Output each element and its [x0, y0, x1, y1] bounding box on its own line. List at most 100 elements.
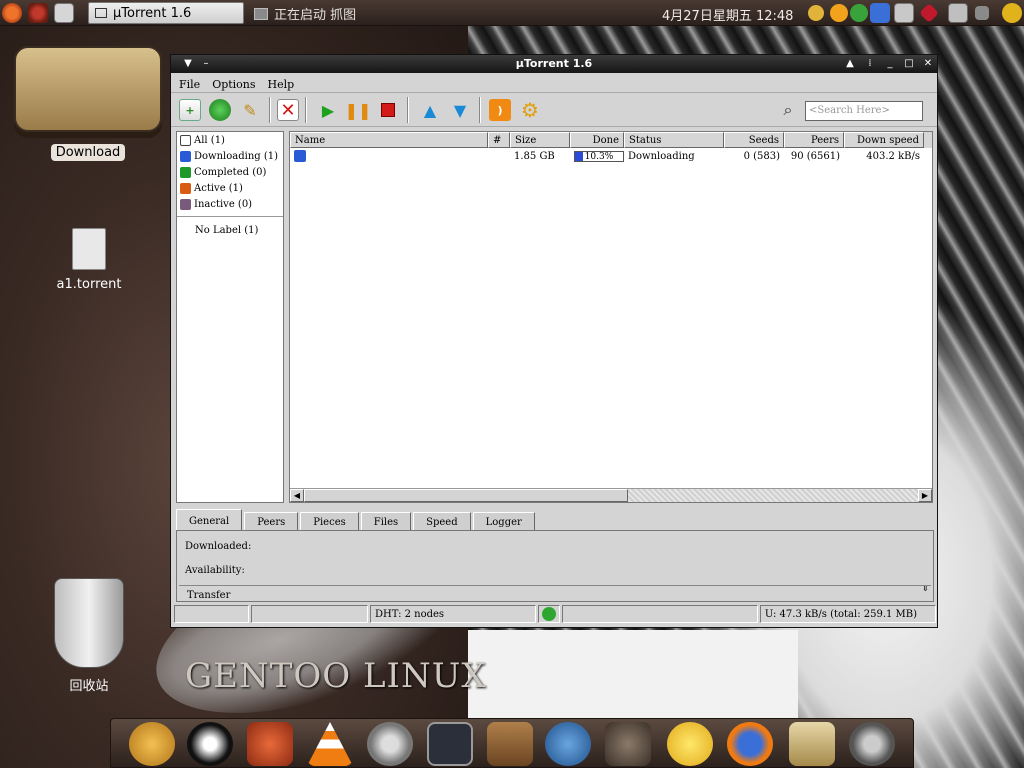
column-name[interactable]: Name	[290, 132, 488, 148]
add-torrent-icon[interactable]: +	[179, 99, 201, 121]
tray-network-icon[interactable]	[948, 3, 968, 23]
pidgin-icon[interactable]	[129, 722, 175, 766]
status-cell-empty	[251, 605, 369, 623]
sidebar-item-no-label[interactable]: No Label (1)	[177, 222, 283, 238]
top-panel: µTorrent 1.6 正在启动 抓图 4月27日星期五 12:48	[0, 0, 1024, 26]
scroll-thumb[interactable]	[304, 489, 628, 502]
search-input[interactable]: <Search Here>	[805, 101, 923, 121]
film-reel-icon[interactable]	[367, 722, 413, 766]
grid-icon[interactable]: ⁞	[863, 57, 877, 71]
tray-person-icon[interactable]	[808, 5, 824, 21]
panel-clock[interactable]: 4月27日星期五 12:48	[662, 5, 793, 24]
utorrent-window: ▼ – µTorrent 1.6 ▲ ⁞ _ □ ✕ File Options …	[170, 54, 938, 628]
tray-update-icon[interactable]	[850, 4, 868, 22]
toolbar: + ✎ ✕ ▶ ❚❚ ▲ ▼ ) ⚙ ⌕ <Search Here>	[171, 93, 937, 127]
add-url-icon[interactable]	[209, 99, 231, 121]
remove-icon[interactable]: ✕	[277, 99, 299, 121]
column-down-speed[interactable]: Down speed	[844, 132, 924, 148]
scroll-right-icon[interactable]: ▶	[918, 489, 932, 502]
menu-file[interactable]: File	[179, 78, 200, 92]
move-up-icon[interactable]: ▲	[419, 99, 441, 121]
details-scroll-icon[interactable]: ⇕	[921, 586, 929, 594]
downloaded-label: Downloaded:	[185, 541, 252, 552]
maximize-icon[interactable]: □	[902, 57, 916, 71]
torrent-seeds: 0 (583)	[743, 150, 780, 162]
window-titlebar[interactable]: ▼ – µTorrent 1.6 ▲ ⁞ _ □ ✕	[171, 55, 937, 73]
rss-icon[interactable]: )	[489, 99, 511, 121]
gnome-foot-icon[interactable]	[28, 3, 48, 23]
torrent-status: Downloading	[628, 150, 695, 162]
create-torrent-icon[interactable]: ✎	[239, 99, 261, 121]
qq-penguin-icon[interactable]	[187, 722, 233, 766]
sidebar-item-inactive[interactable]: Inactive (0)	[177, 196, 283, 212]
detail-tabs: General Peers Pieces Files Speed Logger	[176, 509, 535, 531]
network-globe-icon[interactable]	[545, 722, 591, 766]
tray-ruby-icon[interactable]	[919, 3, 939, 23]
smiley-icon[interactable]	[667, 722, 713, 766]
column-done[interactable]: Done	[570, 132, 624, 148]
minimize-icon[interactable]: _	[883, 57, 897, 71]
menu-help[interactable]: Help	[268, 78, 295, 92]
horizontal-scrollbar[interactable]: ◀ ▶	[290, 488, 932, 502]
tray-sun-icon[interactable]	[830, 4, 848, 22]
desktop-trash[interactable]: 回收站	[44, 578, 134, 695]
tray-keyboard-icon[interactable]	[894, 3, 914, 23]
sidebar-item-active[interactable]: Active (1)	[177, 180, 283, 196]
terminal-icon[interactable]	[427, 722, 473, 766]
taskbar-utorrent-button[interactable]: µTorrent 1.6	[88, 2, 244, 24]
network-ok-cell	[538, 605, 561, 623]
firefox-icon[interactable]	[727, 722, 773, 766]
media-player-icon[interactable]	[849, 722, 895, 766]
column-number[interactable]: #	[488, 132, 510, 148]
tab-speed[interactable]: Speed	[413, 512, 471, 531]
download-arrow-icon	[180, 150, 191, 162]
category-sidebar: All (1) Downloading (1) Completed (0) Ac…	[176, 131, 284, 503]
search-engine-icon[interactable]: ⌕	[777, 99, 799, 121]
desktop-download-folder[interactable]: Download	[10, 46, 166, 161]
progress-bar: 10.3%	[574, 150, 624, 162]
toolbar-separator	[305, 97, 307, 123]
tab-files[interactable]: Files	[360, 512, 412, 531]
table-row[interactable]: 1.85 GB 10.3% Downloading 0 (583) 90 (65…	[290, 148, 932, 164]
tab-general[interactable]: General	[176, 509, 243, 531]
desktop-torrent-file[interactable]: a1.torrent	[40, 228, 138, 293]
tab-pieces[interactable]: Pieces	[300, 512, 359, 531]
column-size[interactable]: Size	[510, 132, 570, 148]
archive-icon[interactable]	[789, 722, 835, 766]
list-header: Name # Size Done Status Seeds Peers Down…	[290, 132, 932, 148]
shade-up-icon[interactable]: ▲	[843, 57, 857, 71]
tab-peers[interactable]: Peers	[244, 512, 299, 531]
dht-status: DHT: 2 nodes	[370, 605, 537, 623]
check-up-icon	[180, 166, 191, 178]
package-icon[interactable]	[487, 722, 533, 766]
desktop-torrent-label: a1.torrent	[56, 277, 122, 292]
pause-icon[interactable]: ❚❚	[345, 99, 372, 121]
fox-icon[interactable]	[247, 722, 293, 766]
active-arrows-icon	[180, 182, 191, 194]
tray-plane-icon[interactable]	[870, 3, 890, 23]
close-icon[interactable]: ✕	[921, 57, 935, 71]
sidebar-item-all[interactable]: All (1)	[177, 132, 283, 148]
sidebar-item-label: Inactive (0)	[194, 198, 253, 210]
tab-logger[interactable]: Logger	[472, 512, 535, 531]
move-down-icon[interactable]: ▼	[449, 99, 471, 121]
tray-lightning-icon[interactable]	[1002, 3, 1022, 23]
sidebar-item-downloading[interactable]: Downloading (1)	[177, 148, 283, 164]
stop-icon[interactable]	[377, 99, 399, 121]
preferences-gear-icon[interactable]: ⚙	[519, 98, 541, 122]
start-icon[interactable]: ▶	[317, 99, 339, 121]
menu-options[interactable]: Options	[212, 78, 255, 92]
ubuntu-menu-icon[interactable]	[2, 3, 22, 23]
sidebar-item-label: Downloading (1)	[194, 150, 279, 162]
column-seeds[interactable]: Seeds	[724, 132, 784, 148]
taskbar-starting-item[interactable]: 正在启动 抓图	[254, 4, 356, 23]
vlc-icon[interactable]	[307, 722, 353, 766]
scroll-left-icon[interactable]: ◀	[290, 489, 304, 502]
gimp-icon[interactable]	[605, 722, 651, 766]
sidebar-item-completed[interactable]: Completed (0)	[177, 164, 283, 180]
show-desktop-icon[interactable]	[54, 3, 74, 23]
column-peers[interactable]: Peers	[784, 132, 844, 148]
torrent-name-cell	[290, 150, 488, 162]
tray-volume-icon[interactable]	[975, 6, 989, 20]
column-status[interactable]: Status	[624, 132, 724, 148]
